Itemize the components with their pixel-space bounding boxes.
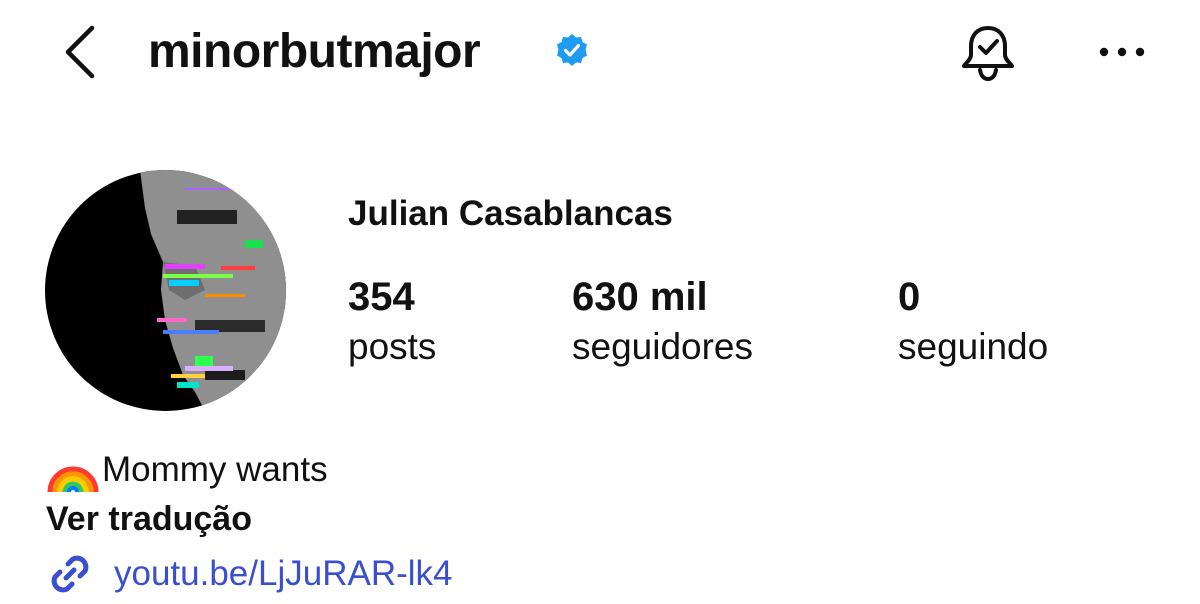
- back-button[interactable]: [56, 22, 104, 82]
- bio-link-text: youtu.be/LjJuRAR-lk4: [114, 554, 453, 593]
- rainbow-emoji-icon: [47, 466, 99, 493]
- following-count: 0: [898, 275, 921, 319]
- followers-label: seguidores: [572, 326, 754, 367]
- link-icon: [51, 555, 89, 593]
- bio: Mommy wants: [46, 446, 328, 494]
- following-label: seguindo: [898, 326, 1049, 367]
- bio-text: Mommy wants: [102, 450, 328, 489]
- posts-count: 354: [348, 275, 415, 319]
- posts-label: posts: [348, 326, 437, 367]
- posts-stat[interactable]: 354 posts: [348, 272, 436, 372]
- bio-link[interactable]: youtu.be/LjJuRAR-lk4: [46, 550, 453, 598]
- profile-avatar[interactable]: [45, 170, 286, 411]
- followers-stat[interactable]: 630 mil seguidores: [572, 272, 753, 372]
- bell-check-icon: [962, 26, 1014, 82]
- see-translation-link[interactable]: Ver tradução: [46, 496, 252, 542]
- profile-username: minorbutmajor: [148, 25, 481, 78]
- notifications-button[interactable]: [958, 22, 1018, 84]
- following-stat[interactable]: 0 seguindo: [898, 272, 1048, 372]
- verified-badge-icon: [555, 33, 589, 67]
- more-options-button[interactable]: [1096, 34, 1148, 70]
- display-name: Julian Casablancas: [348, 194, 673, 233]
- chevron-left-icon: [65, 25, 95, 79]
- followers-count: 630 mil: [572, 275, 708, 319]
- more-horizontal-icon: [1099, 47, 1145, 57]
